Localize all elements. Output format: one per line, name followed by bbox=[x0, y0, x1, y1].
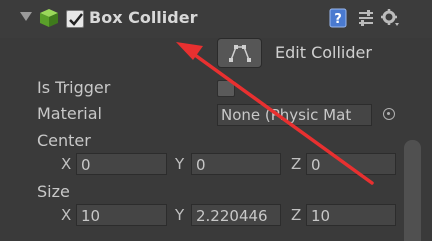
svg-text:?: ? bbox=[334, 12, 342, 27]
center-y-field[interactable]: 0 bbox=[191, 153, 281, 175]
size-x-field[interactable]: 10 bbox=[76, 204, 167, 226]
enabled-checkbox[interactable] bbox=[66, 10, 84, 28]
component-header: Box Collider ? bbox=[0, 0, 432, 38]
center-y-value: 0 bbox=[196, 156, 206, 174]
center-x-label: X bbox=[61, 155, 72, 173]
size-y-field[interactable]: 2.220446 bbox=[191, 204, 281, 226]
help-icon[interactable]: ? bbox=[328, 8, 348, 28]
inspector-panel: Box Collider ? Edit Collider Is Trigger … bbox=[0, 0, 432, 241]
size-z-value: 10 bbox=[311, 207, 331, 225]
material-value: None (Physic Mat bbox=[221, 106, 352, 124]
edit-collider-label: Edit Collider bbox=[275, 43, 372, 62]
size-y-label: Y bbox=[175, 206, 185, 224]
center-y-label: Y bbox=[175, 155, 185, 173]
size-z-label: Z bbox=[291, 206, 302, 224]
size-z-field[interactable]: 10 bbox=[306, 204, 396, 226]
center-x-value: 0 bbox=[81, 156, 91, 174]
preset-icon[interactable] bbox=[356, 8, 376, 28]
cube-icon bbox=[40, 9, 58, 27]
is-trigger-label: Is Trigger bbox=[37, 78, 111, 97]
size-label: Size bbox=[37, 182, 70, 201]
size-x-label: X bbox=[61, 206, 72, 224]
size-y-value: 2.220446 bbox=[196, 207, 268, 225]
edit-collider-button[interactable] bbox=[217, 38, 262, 68]
center-z-label: Z bbox=[291, 155, 302, 173]
object-picker-icon[interactable] bbox=[383, 108, 395, 120]
material-field[interactable]: None (Physic Mat bbox=[217, 104, 372, 126]
is-trigger-checkbox[interactable] bbox=[217, 80, 235, 97]
center-z-value: 0 bbox=[311, 156, 321, 174]
material-label: Material bbox=[37, 104, 102, 123]
center-label: Center bbox=[37, 131, 91, 150]
collapse-triangle-icon[interactable] bbox=[20, 12, 32, 21]
gear-icon[interactable] bbox=[380, 8, 400, 28]
component-title: Box Collider bbox=[89, 8, 198, 27]
scrollbar-thumb[interactable] bbox=[404, 140, 421, 241]
center-x-field[interactable]: 0 bbox=[76, 153, 167, 175]
checkmark-icon bbox=[69, 13, 83, 26]
size-x-value: 10 bbox=[81, 207, 101, 225]
center-z-field[interactable]: 0 bbox=[306, 153, 396, 175]
edit-collider-icon bbox=[229, 45, 251, 62]
